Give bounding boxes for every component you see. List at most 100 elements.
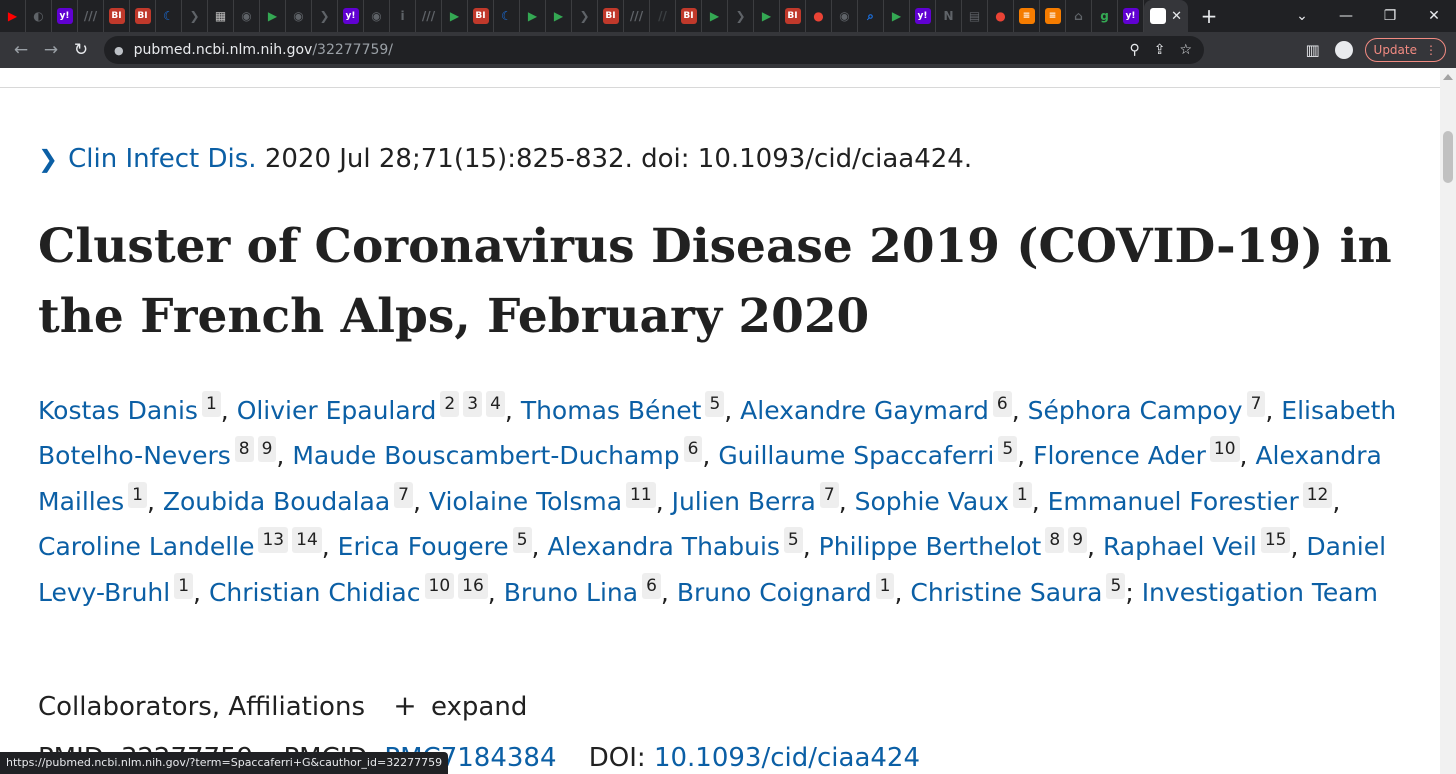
author-link[interactable]: Violaine Tolsma — [429, 487, 622, 516]
browser-tab[interactable]: ▶ — [260, 0, 286, 32]
affiliation-badge[interactable]: 4 — [486, 391, 505, 417]
browser-tab[interactable]: N — [936, 0, 962, 32]
affiliation-badge[interactable]: 7 — [1246, 391, 1266, 417]
plus-icon[interactable]: + — [393, 689, 416, 722]
author-link[interactable]: Caroline Landelle — [38, 532, 254, 561]
author-link[interactable]: Maude Bouscambert-Duchamp — [292, 441, 679, 470]
browser-tab[interactable]: ▶ — [442, 0, 468, 32]
browser-tab[interactable]: ❯ — [182, 0, 208, 32]
affiliation-badge[interactable]: 2 — [440, 391, 460, 417]
browser-tab[interactable]: ◉ — [832, 0, 858, 32]
browser-tab[interactable]: BI — [780, 0, 806, 32]
affiliation-badge[interactable]: 16 — [458, 572, 488, 599]
author-link[interactable]: Bruno Coignard — [677, 578, 872, 607]
author-link[interactable]: Erica Fougere — [338, 532, 509, 561]
affiliation-badge[interactable]: 6 — [683, 436, 703, 463]
browser-tab[interactable]: BI — [104, 0, 130, 32]
browser-tab[interactable]: ❯ — [572, 0, 598, 32]
reload-button[interactable]: ↻ — [66, 40, 96, 60]
tab-search-icon[interactable]: ⌄ — [1280, 8, 1324, 24]
author-link[interactable]: Bruno Lina — [504, 578, 638, 607]
close-window-button[interactable]: ✕ — [1412, 8, 1456, 24]
doi-link[interactable]: 10.1093/cid/ciaa424 — [654, 743, 920, 773]
active-tab[interactable]: ✕ — [1144, 0, 1188, 32]
close-tab-icon[interactable]: ✕ — [1171, 9, 1182, 24]
expand-button[interactable]: expand — [431, 692, 527, 722]
browser-tab[interactable]: /// — [416, 0, 442, 32]
browser-tab[interactable]: i — [390, 0, 416, 32]
new-tab-button[interactable]: + — [1194, 4, 1224, 28]
affiliation-badge[interactable]: 1 — [201, 391, 221, 417]
browser-tab[interactable]: ⌕ — [858, 0, 884, 32]
author-link[interactable]: Zoubida Boudalaa — [163, 487, 390, 516]
affiliation-badge[interactable]: 14 — [292, 527, 322, 554]
browser-tab[interactable]: ▶ — [520, 0, 546, 32]
browser-tab[interactable]: BI — [676, 0, 702, 32]
browser-tab[interactable]: ▶ — [702, 0, 728, 32]
author-link[interactable]: Thomas Bénet — [521, 396, 702, 425]
affiliation-badge[interactable]: 5 — [1106, 572, 1126, 599]
browser-tab[interactable]: ≡ — [1014, 0, 1040, 32]
bookmark-star-icon[interactable]: ☆ — [1179, 42, 1192, 58]
browser-tab[interactable]: ◉ — [286, 0, 312, 32]
author-link[interactable]: Julien Berra — [672, 487, 816, 516]
browser-tab[interactable]: /// — [78, 0, 104, 32]
author-link[interactable]: Raphael Veil — [1103, 532, 1257, 561]
author-link[interactable]: Christian Chidiac — [209, 578, 421, 607]
lock-icon[interactable]: ● — [114, 44, 124, 57]
browser-tab[interactable]: y! — [338, 0, 364, 32]
profile-avatar[interactable] — [1334, 41, 1353, 59]
address-bar[interactable]: ● pubmed.ncbi.nlm.nih.gov/32277759/ ⚲ ⇪ … — [104, 36, 1204, 64]
update-button[interactable]: Update ⋮ — [1364, 38, 1446, 62]
author-link[interactable]: Sophie Vaux — [855, 487, 1009, 516]
browser-tab[interactable]: ☾ — [494, 0, 520, 32]
author-link[interactable]: Séphora Campoy — [1028, 396, 1243, 425]
affiliation-badge[interactable]: 8 — [234, 436, 254, 463]
browser-tab[interactable]: ▶ — [546, 0, 572, 32]
side-panel-icon[interactable]: ▥ — [1303, 41, 1323, 59]
browser-tab[interactable]: BI — [598, 0, 624, 32]
forward-button[interactable]: → — [36, 40, 66, 60]
author-link[interactable]: Olivier Epaulard — [237, 396, 437, 425]
affiliation-badge[interactable]: 7 — [819, 481, 839, 508]
affiliation-badge[interactable]: 10 — [1209, 436, 1240, 463]
author-link[interactable]: Emmanuel Forestier — [1048, 487, 1299, 516]
affiliation-badge[interactable]: 7 — [394, 481, 413, 508]
affiliation-badge[interactable]: 15 — [1260, 527, 1291, 554]
browser-tab[interactable]: /// — [624, 0, 650, 32]
affiliation-badge[interactable]: 10 — [424, 572, 455, 599]
browser-tab[interactable]: // — [650, 0, 676, 32]
affiliation-badge[interactable]: 1 — [174, 572, 194, 599]
affiliation-badge[interactable]: 6 — [642, 572, 661, 599]
affiliation-badge[interactable]: 3 — [463, 391, 483, 417]
affiliation-badge[interactable]: 1 — [1012, 481, 1032, 508]
browser-tab[interactable]: ◉ — [234, 0, 260, 32]
browser-tab[interactable]: ◉ — [364, 0, 390, 32]
browser-tab[interactable]: ◐ — [26, 0, 52, 32]
browser-tab[interactable]: ▶ — [0, 0, 26, 32]
affiliation-badge[interactable]: 6 — [992, 391, 1012, 417]
browser-tab[interactable]: ▦ — [208, 0, 234, 32]
browser-tab[interactable]: ▤ — [962, 0, 988, 32]
restore-button[interactable]: ❐ — [1368, 8, 1412, 24]
browser-tab[interactable]: ● — [806, 0, 832, 32]
affiliation-badge[interactable]: 12 — [1302, 481, 1333, 508]
author-link[interactable]: Alexandra Thabuis — [547, 532, 779, 561]
browser-tab[interactable]: y! — [1118, 0, 1144, 32]
browser-tab[interactable]: ❯ — [312, 0, 338, 32]
browser-tab[interactable]: g — [1092, 0, 1118, 32]
affiliation-badge[interactable]: 8 — [1045, 527, 1065, 554]
browser-tab[interactable]: ≡ — [1040, 0, 1066, 32]
browser-tab[interactable]: y! — [52, 0, 78, 32]
scroll-up-icon[interactable] — [1443, 74, 1453, 80]
zoom-icon[interactable]: ⚲ — [1129, 42, 1139, 58]
affiliation-badge[interactable]: 5 — [998, 436, 1018, 463]
browser-tab[interactable]: ❯ — [728, 0, 754, 32]
page-scrollbar[interactable] — [1440, 68, 1456, 774]
browser-tab[interactable]: ● — [988, 0, 1014, 32]
author-link[interactable]: Kostas Danis — [38, 396, 198, 425]
minimize-button[interactable]: — — [1324, 8, 1368, 24]
browser-tab[interactable]: ▶ — [754, 0, 780, 32]
affiliation-badge[interactable]: 9 — [257, 436, 277, 463]
browser-tab[interactable]: y! — [910, 0, 936, 32]
